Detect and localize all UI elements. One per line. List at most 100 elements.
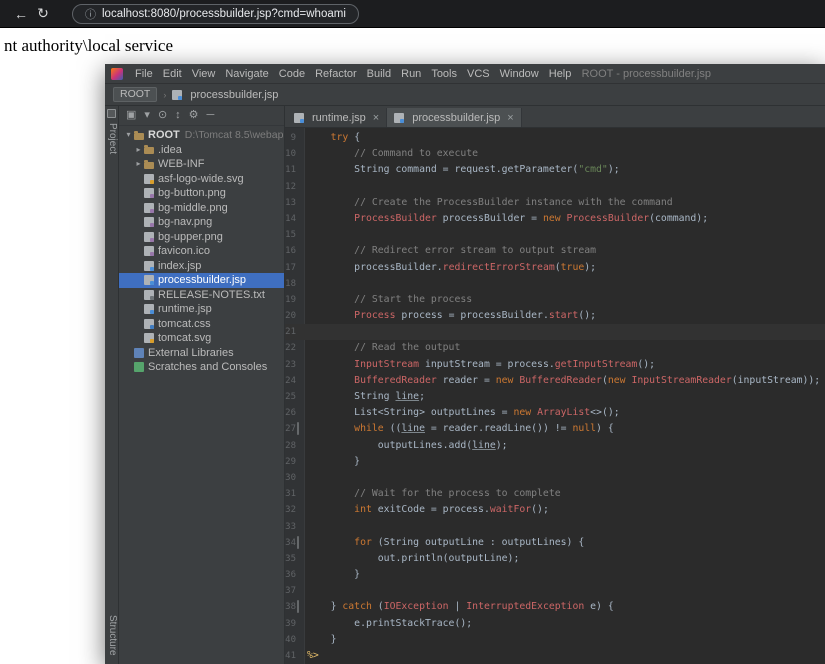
tree-item-label: WEB-INF bbox=[158, 158, 205, 171]
menu-file[interactable]: File bbox=[130, 67, 158, 81]
fold-icon[interactable] bbox=[297, 421, 305, 437]
code-line-34[interactable]: 34 for (String outputLine : outputLines)… bbox=[285, 535, 825, 551]
locate-file-icon[interactable]: ⊙ bbox=[158, 110, 167, 121]
code-line-22[interactable]: 22 // Read the output bbox=[285, 340, 825, 356]
tree-item-index.jsp[interactable]: index.jsp bbox=[119, 259, 284, 274]
code-line-31[interactable]: 31 // Wait for the process to complete bbox=[285, 486, 825, 502]
fold-icon[interactable] bbox=[297, 599, 305, 615]
navigation-bar: ROOT › processbuilder.jsp bbox=[105, 84, 825, 106]
menu-help[interactable]: Help bbox=[544, 67, 577, 81]
refresh-icon[interactable]: ↻ bbox=[32, 5, 54, 22]
code-line-25[interactable]: 25 String line; bbox=[285, 389, 825, 405]
code-line-38[interactable]: 38 } catch (IOException | InterruptedExc… bbox=[285, 599, 825, 615]
settings-gear-icon[interactable]: ⚙ bbox=[189, 110, 199, 121]
tree-item-scratches and consoles[interactable]: Scratches and Consoles bbox=[119, 360, 284, 375]
code-line-36[interactable]: 36 } bbox=[285, 567, 825, 583]
tree-item-asf-logo-wide.svg[interactable]: asf-logo-wide.svg bbox=[119, 172, 284, 187]
tree-item-bg-nav.png[interactable]: bg-nav.png bbox=[119, 215, 284, 230]
code-line-17[interactable]: 17 processBuilder.redirectErrorStream(tr… bbox=[285, 260, 825, 276]
menu-window[interactable]: Window bbox=[495, 67, 544, 81]
tree-item-release-notes.txt[interactable]: RELEASE-NOTES.txt bbox=[119, 288, 284, 303]
line-number: 38 bbox=[285, 602, 296, 613]
code-line-32[interactable]: 32 int exitCode = process.waitFor(); bbox=[285, 502, 825, 518]
close-tab-icon[interactable]: × bbox=[507, 112, 513, 124]
code-line-24[interactable]: 24 BufferedReader reader = new BufferedR… bbox=[285, 373, 825, 389]
menu-vcs[interactable]: VCS bbox=[462, 67, 495, 81]
svg-icon bbox=[144, 173, 154, 184]
code-line-37[interactable]: 37 bbox=[285, 583, 825, 599]
code-line-29[interactable]: 29 } bbox=[285, 454, 825, 470]
code-line-28[interactable]: 28 outputLines.add(line); bbox=[285, 438, 825, 454]
tree-item-favicon.ico[interactable]: favicon.ico bbox=[119, 244, 284, 259]
expand-collapse-icon[interactable]: ↕ bbox=[175, 110, 181, 121]
code-line-18[interactable]: 18 bbox=[285, 276, 825, 292]
menu-run[interactable]: Run bbox=[396, 67, 426, 81]
project-strip-label[interactable]: Project bbox=[106, 123, 118, 154]
fold-collapse-icon[interactable] bbox=[297, 600, 299, 614]
tree-item-tomcat.svg[interactable]: tomcat.svg bbox=[119, 331, 284, 346]
code-line-15[interactable]: 15 bbox=[285, 227, 825, 243]
tree-item-.idea[interactable]: ▸ .idea bbox=[119, 143, 284, 158]
tree-item-root[interactable]: ▾ ROOT D:\Tomcat 8.5\webap bbox=[119, 128, 284, 143]
menu-tools[interactable]: Tools bbox=[426, 67, 462, 81]
fold-icon[interactable] bbox=[297, 535, 305, 551]
editor[interactable]: 9 try {10 // Command to execute 11 String… bbox=[285, 128, 825, 664]
close-tab-icon[interactable]: × bbox=[373, 112, 379, 124]
code-line-33[interactable]: 33 bbox=[285, 519, 825, 535]
chevron-right-icon[interactable]: ▸ bbox=[133, 145, 144, 154]
chevron-right-icon[interactable]: ▸ bbox=[133, 160, 144, 168]
tree-item-processbuilder.jsp[interactable]: processbuilder.jsp bbox=[119, 273, 284, 288]
hide-panel-icon[interactable]: ─ bbox=[207, 110, 215, 121]
breadcrumb-root[interactable]: ROOT bbox=[113, 87, 158, 102]
view-options-icon[interactable]: ▣ bbox=[126, 110, 136, 121]
tab-processbuilder.jsp[interactable]: processbuilder.jsp × bbox=[387, 108, 522, 127]
code-line-19[interactable]: 19 // Start the process bbox=[285, 292, 825, 308]
code-line-40[interactable]: 40 } bbox=[285, 632, 825, 648]
menu-view[interactable]: View bbox=[187, 67, 221, 81]
code-line-27[interactable]: 27 while ((line = reader.readLine()) != … bbox=[285, 421, 825, 437]
code-line-39[interactable]: 39 e.printStackTrace(); bbox=[285, 616, 825, 632]
code-line-9[interactable]: 9 try { bbox=[285, 130, 825, 146]
code-line-23[interactable]: 23 InputStream inputStream = process.get… bbox=[285, 357, 825, 373]
code-line-10[interactable]: 10 // Command to execute bbox=[285, 146, 825, 162]
code-line-30[interactable]: 30 bbox=[285, 470, 825, 486]
menu-build[interactable]: Build bbox=[362, 67, 396, 81]
tree-item-bg-upper.png[interactable]: bg-upper.png bbox=[119, 230, 284, 245]
code-line-41[interactable]: 41 %> bbox=[285, 648, 825, 664]
breadcrumb-file[interactable]: processbuilder.jsp bbox=[172, 89, 278, 101]
project-tool-icon[interactable] bbox=[107, 109, 116, 118]
chevron-down-icon[interactable]: ▾ bbox=[144, 110, 150, 121]
site-info-icon[interactable]: ⓘ bbox=[85, 6, 96, 22]
code-line-14[interactable]: 14 ProcessBuilder processBuilder = new P… bbox=[285, 211, 825, 227]
code-line-16[interactable]: 16 // Redirect error stream to output st… bbox=[285, 243, 825, 259]
chevron-down-icon[interactable]: ▾ bbox=[123, 131, 134, 139]
code-line-21[interactable]: 21 bbox=[285, 324, 825, 341]
address-bar[interactable]: ⓘ localhost:8080/processbuilder.jsp?cmd=… bbox=[72, 3, 359, 24]
menu-refactor[interactable]: Refactor bbox=[310, 67, 362, 81]
code-line-26[interactable]: 26 List<String> outputLines = new ArrayL… bbox=[285, 405, 825, 421]
fold-collapse-icon[interactable] bbox=[297, 535, 299, 549]
img-icon bbox=[144, 246, 154, 257]
menu-code[interactable]: Code bbox=[274, 67, 310, 81]
tree-item-web-inf[interactable]: ▸ WEB-INF bbox=[119, 157, 284, 172]
code-line-11[interactable]: 11 String command = request.getParameter… bbox=[285, 162, 825, 178]
menu-navigate[interactable]: Navigate bbox=[220, 67, 273, 81]
tree-item-tomcat.css[interactable]: tomcat.css bbox=[119, 317, 284, 332]
tree-item-bg-middle.png[interactable]: bg-middle.png bbox=[119, 201, 284, 216]
code-line-12[interactable]: 12 bbox=[285, 179, 825, 195]
tree-item-runtime.jsp[interactable]: runtime.jsp bbox=[119, 302, 284, 317]
structure-strip-label[interactable]: Structure bbox=[106, 615, 118, 656]
code-line-35[interactable]: 35 out.println(outputLine); bbox=[285, 551, 825, 567]
tab-runtime.jsp[interactable]: runtime.jsp × bbox=[287, 108, 388, 127]
tree-item-bg-button.png[interactable]: bg-button.png bbox=[119, 186, 284, 201]
tree-item-label: processbuilder.jsp bbox=[158, 274, 247, 287]
back-icon[interactable]: ← bbox=[10, 6, 32, 22]
fold-collapse-icon[interactable] bbox=[297, 422, 299, 436]
tree-item-external libraries[interactable]: External Libraries bbox=[119, 346, 284, 361]
code-line-13[interactable]: 13 // Create the ProcessBuilder instance… bbox=[285, 195, 825, 211]
code-line-20[interactable]: 20 Process process = processBuilder.star… bbox=[285, 308, 825, 324]
menu-edit[interactable]: Edit bbox=[158, 67, 187, 81]
line-number: 20 bbox=[285, 311, 296, 322]
